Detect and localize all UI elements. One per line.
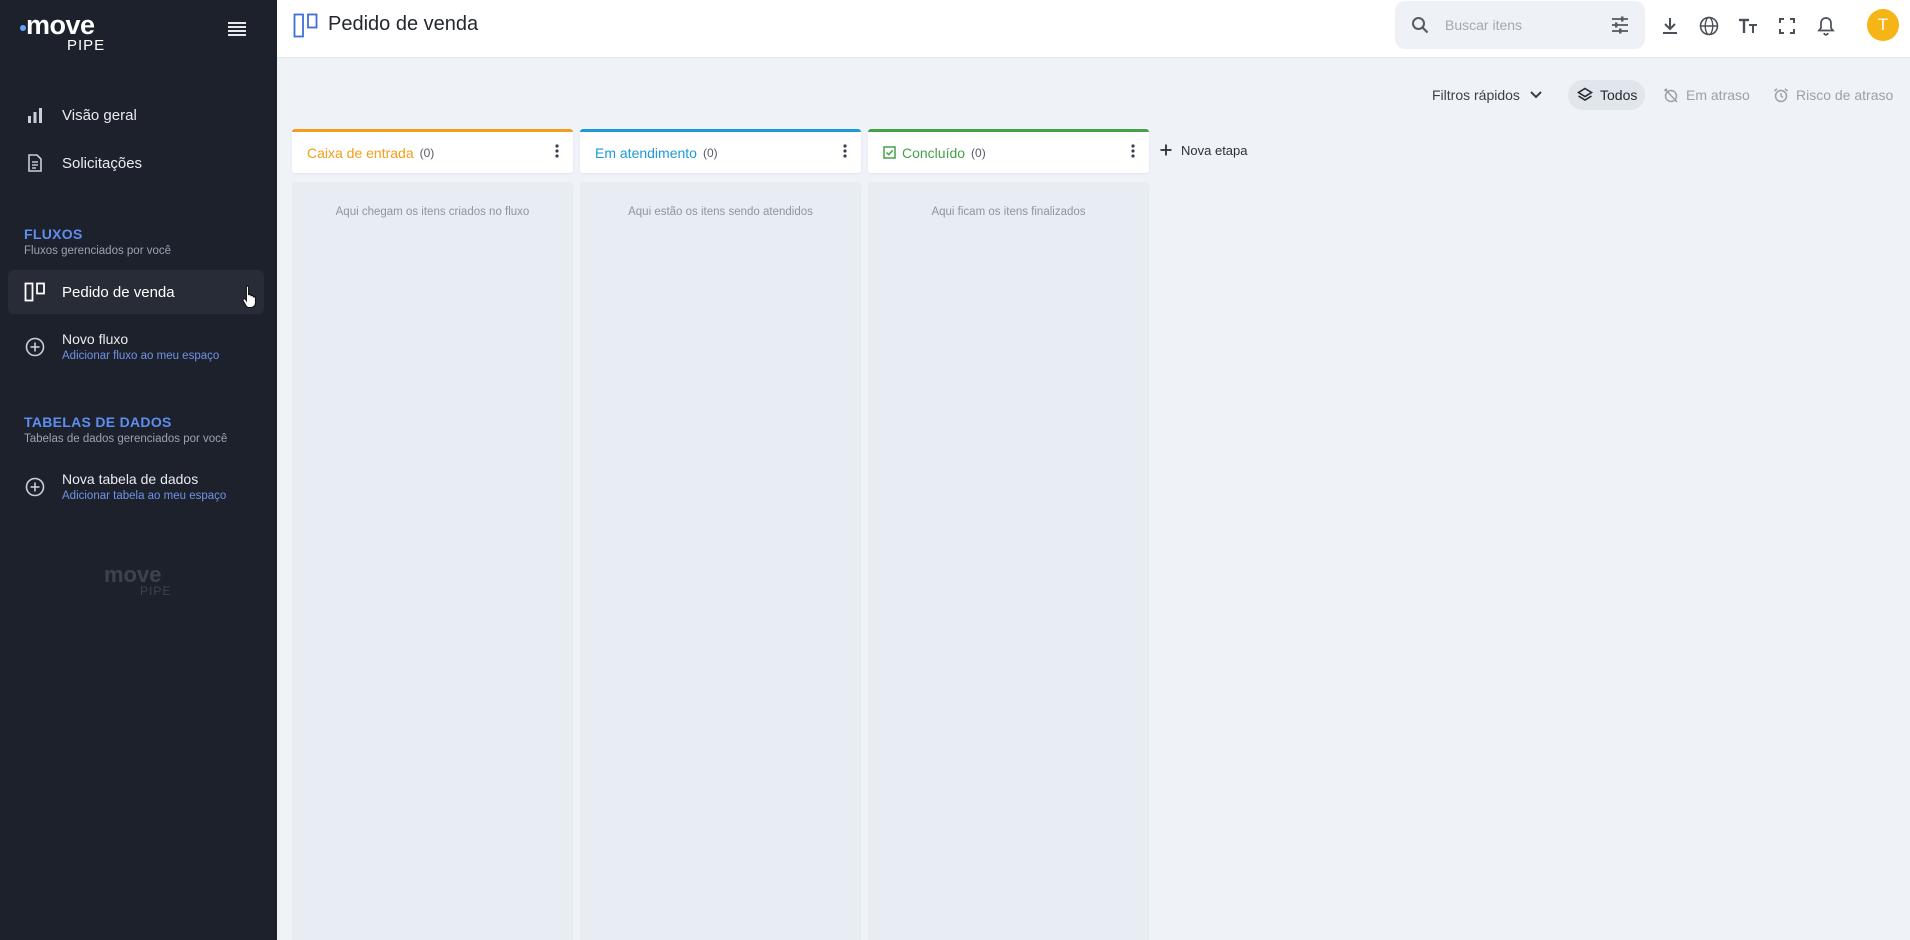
sidebar-item-solicitacoes[interactable]: Solicitações	[8, 141, 264, 185]
column-title: Em atendimento	[595, 144, 697, 161]
watermark-logo-sub: PIPE	[140, 584, 172, 598]
filter-chip-risco-de-atraso[interactable]: Risco de atraso	[1773, 80, 1893, 110]
sidebar-item-pedido-de-venda[interactable]: Pedido de venda	[8, 270, 264, 314]
download-icon[interactable]	[1658, 14, 1682, 38]
brand-logo[interactable]: move PIPE	[20, 10, 110, 54]
sidebar-item-label: Pedido de venda	[62, 283, 175, 301]
top-header: Pedido de venda T	[277, 0, 1910, 58]
page-title: Pedido de venda	[328, 13, 479, 35]
board-icon	[293, 13, 319, 43]
more-vertical-icon[interactable]	[549, 144, 565, 160]
new-table-title: Nova tabela de dados	[62, 470, 199, 487]
filter-settings-icon[interactable]	[1611, 16, 1629, 34]
add-circle-icon	[16, 337, 54, 357]
new-table-subtitle: Adicionar tabela ao meu espaço	[62, 489, 227, 502]
brand-sub: PIPE	[67, 37, 106, 54]
more-vertical-icon[interactable]	[1125, 144, 1141, 160]
column-title: Caixa de entrada	[307, 144, 414, 161]
new-flow-subtitle: Adicionar fluxo ao meu espaço	[62, 349, 220, 362]
tables-section-subtitle: Tabelas de dados gerenciados por você	[24, 433, 228, 445]
column-body-caixa-de-entrada[interactable]: Aqui chegam os itens criados no fluxo	[292, 182, 573, 940]
filter-chip-em-atraso[interactable]: Em atraso	[1663, 80, 1750, 110]
bell-icon[interactable]	[1814, 14, 1838, 38]
add-circle-icon	[16, 477, 54, 497]
text-size-icon[interactable]	[1736, 14, 1760, 38]
new-flow-title: Novo fluxo	[62, 330, 129, 347]
fullscreen-icon[interactable]	[1775, 14, 1799, 38]
check-box-icon	[883, 146, 896, 159]
column-empty-text: Aqui ficam os itens finalizados	[931, 206, 1086, 218]
column-count: (0)	[419, 145, 435, 160]
new-stage-label: Nova etapa	[1181, 142, 1248, 158]
sidebar-item-label: Visão geral	[62, 106, 137, 124]
new-flow-button[interactable]: Novo fluxo Adicionar fluxo ao meu espaço	[8, 322, 264, 372]
new-flow-text: Novo fluxo Adicionar fluxo ao meu espaço	[62, 331, 219, 364]
board-icon	[16, 282, 54, 302]
new-stage-button[interactable]: Nova etapa	[1160, 139, 1248, 161]
alarm-clock-icon	[1773, 87, 1789, 103]
search-bar[interactable]	[1395, 1, 1645, 49]
sidebar: move PIPE Visão geral Solicitações FLUXO…	[0, 0, 277, 940]
chevron-down-icon	[1530, 91, 1542, 99]
quick-filters-dropdown[interactable]: Filtros rápidos	[1432, 80, 1542, 110]
sidebar-item-visao-geral[interactable]: Visão geral	[8, 93, 264, 137]
filter-chip-label: Em atraso	[1686, 87, 1750, 103]
globe-icon[interactable]	[1697, 14, 1721, 38]
flows-section-subtitle: Fluxos gerenciados por você	[24, 245, 172, 257]
new-table-button[interactable]: Nova tabela de dados Adicionar tabela ao…	[8, 462, 264, 512]
column-header-concluido[interactable]: Concluído (0)	[868, 129, 1149, 173]
filter-chip-label: Risco de atraso	[1796, 87, 1894, 103]
plus-icon	[1160, 144, 1172, 156]
column-count: (0)	[971, 145, 986, 160]
column-body-concluido[interactable]: Aqui ficam os itens finalizados	[868, 182, 1149, 940]
column-header-caixa-de-entrada[interactable]: Caixa de entrada (0)	[292, 129, 573, 173]
quick-filters-label: Filtros rápidos	[1432, 87, 1520, 103]
user-avatar[interactable]: T	[1867, 9, 1899, 41]
column-title: Concluído	[902, 144, 966, 161]
column-empty-text: Aqui chegam os itens criados no fluxo	[335, 206, 530, 218]
column-count: (0)	[702, 145, 718, 160]
flows-section-title: FLUXOS	[24, 226, 83, 242]
sidebar-item-label: Solicitações	[62, 154, 143, 172]
bar-chart-icon	[16, 106, 54, 124]
column-empty-text: Aqui estão os itens sendo atendidos	[628, 206, 813, 218]
column-header-em-atendimento[interactable]: Em atendimento (0)	[580, 129, 861, 173]
document-icon	[16, 154, 54, 172]
filter-chip-todos[interactable]: Todos	[1568, 80, 1646, 110]
tables-section-title: TABELAS DE DADOS	[24, 414, 172, 430]
search-icon	[1411, 16, 1429, 34]
watermark-logo: move PIPE	[104, 562, 184, 598]
column-body-em-atendimento[interactable]: Aqui estão os itens sendo atendidos	[580, 182, 861, 940]
brand-name: move	[26, 10, 95, 40]
search-input[interactable]	[1445, 17, 1605, 33]
alarm-off-icon	[1663, 87, 1679, 103]
menu-toggle-icon[interactable]	[224, 17, 250, 41]
filter-chip-label: Todos	[1600, 87, 1638, 103]
new-table-text: Nova tabela de dados Adicionar tabela ao…	[62, 471, 226, 504]
hand-cursor-icon	[242, 284, 258, 313]
more-vertical-icon[interactable]	[837, 144, 853, 160]
layers-icon	[1577, 87, 1593, 103]
